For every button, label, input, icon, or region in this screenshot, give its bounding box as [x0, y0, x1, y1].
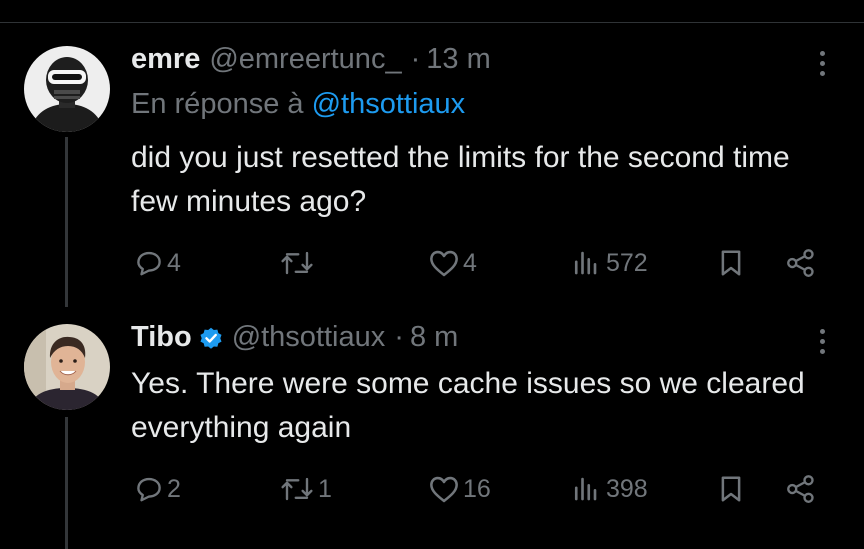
tweet-header: emre @emreertunc_ · 13 m	[131, 43, 491, 76]
avatar-tibo[interactable]	[24, 324, 110, 410]
avatar-emre[interactable]	[24, 46, 110, 132]
top-divider	[0, 22, 864, 23]
separator-dot: ·	[410, 43, 421, 75]
repost-icon	[281, 251, 313, 275]
author-name[interactable]: emre	[131, 43, 200, 76]
author-handle[interactable]: @emreertunc_	[209, 43, 401, 76]
repost-icon	[281, 477, 313, 501]
like-button[interactable]: 16	[428, 474, 491, 504]
thread-line	[65, 417, 68, 549]
views-count: 572	[606, 248, 648, 277]
share-icon	[787, 249, 814, 277]
verified-badge-icon	[200, 327, 222, 349]
reply-icon	[137, 251, 161, 276]
repost-count: 1	[318, 474, 332, 503]
repost-button[interactable]	[279, 248, 318, 278]
thread-line	[65, 137, 68, 307]
views-button[interactable]: 572	[570, 248, 648, 278]
tweet-text: did you just resetted the limits for the…	[131, 141, 790, 218]
bookmark-icon	[721, 476, 741, 502]
reply-count: 4	[167, 248, 181, 277]
views-button[interactable]: 398	[570, 474, 648, 504]
reply-context: En réponse à @thsottiaux	[131, 88, 465, 121]
more-icon[interactable]	[816, 326, 828, 358]
bookmark-button[interactable]	[718, 474, 744, 504]
reply-button[interactable]: 4	[134, 248, 181, 278]
reply-button[interactable]: 2	[134, 474, 181, 504]
bookmark-button[interactable]	[718, 248, 744, 278]
reply-count: 2	[167, 474, 181, 503]
views-count: 398	[606, 474, 648, 503]
reply-prefix: En réponse à	[131, 88, 312, 120]
share-button[interactable]	[784, 248, 818, 278]
reply-icon	[137, 477, 161, 502]
separator-dot: ·	[394, 321, 404, 353]
author-handle[interactable]: @thsottiaux	[232, 321, 386, 354]
views-icon	[574, 477, 597, 501]
reply-mention-link[interactable]: @thsottiaux	[312, 88, 466, 120]
like-button[interactable]: 4	[428, 248, 477, 278]
repost-button[interactable]: 1	[279, 474, 332, 504]
timestamp[interactable]: 13 m	[426, 43, 490, 76]
tweet-text: Yes. There were some cache issues so we …	[131, 367, 805, 444]
bookmark-icon	[721, 250, 741, 276]
like-count: 4	[463, 248, 477, 277]
timestamp[interactable]: 8 m	[410, 321, 458, 354]
share-button[interactable]	[784, 474, 818, 504]
like-count: 16	[463, 474, 491, 503]
share-icon	[787, 475, 814, 503]
like-icon	[430, 250, 458, 277]
tweet-header: Tibo @thsottiaux · 8 m	[131, 321, 458, 354]
more-icon[interactable]	[816, 48, 828, 80]
author-name[interactable]: Tibo	[131, 321, 192, 354]
views-icon	[574, 251, 597, 275]
like-icon	[430, 476, 458, 503]
